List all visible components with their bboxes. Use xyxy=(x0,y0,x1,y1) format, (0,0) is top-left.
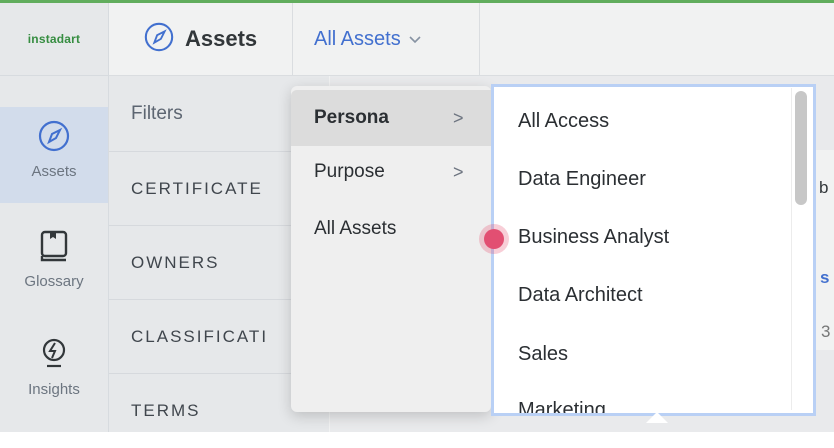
page-title: Assets xyxy=(109,3,293,75)
sidebar-item-glossary[interactable]: Glossary xyxy=(0,229,108,290)
compass-icon xyxy=(143,21,175,58)
menu-item-purpose[interactable]: Purpose > xyxy=(291,146,491,198)
menu-item-all-assets[interactable]: All Assets xyxy=(291,206,491,252)
chevron-down-icon xyxy=(409,31,421,47)
peek-text: 3 xyxy=(821,322,831,341)
tooltip-caret xyxy=(646,412,668,423)
compass-icon xyxy=(0,119,108,157)
lightbulb-icon xyxy=(0,337,108,375)
submenu-item[interactable]: Sales xyxy=(518,343,568,366)
persona-submenu: All Access Data Engineer Business Analys… xyxy=(491,84,816,416)
view-selector-dropdown[interactable]: All Assets xyxy=(294,3,480,75)
submenu-item[interactable]: All Access xyxy=(518,110,609,133)
page-header: Assets All Assets xyxy=(109,3,834,76)
sidebar-item-label: Assets xyxy=(31,163,77,180)
menu-item-label: Persona xyxy=(314,107,389,128)
menu-item-label: Purpose xyxy=(314,161,385,182)
page-title-text: Assets xyxy=(185,26,258,51)
view-dropdown-menu: Persona > Purpose > All Assets xyxy=(291,86,491,412)
menu-item-label: All Assets xyxy=(314,218,397,239)
left-nav-rail: instadart Assets Glossary Insights xyxy=(0,3,109,432)
sidebar-item-insights[interactable]: Insights xyxy=(0,337,108,398)
rail-divider xyxy=(0,75,108,76)
submenu-item-hovered[interactable]: Business Analyst xyxy=(518,226,669,249)
cursor-pointer xyxy=(484,229,504,249)
submenu-item[interactable]: Data Engineer xyxy=(518,168,646,191)
sidebar-item-label: Glossary xyxy=(24,273,84,290)
book-icon xyxy=(0,229,108,267)
sidebar-item-assets[interactable]: Assets xyxy=(0,107,108,203)
peek-text: b xyxy=(819,178,829,197)
chevron-right-icon: > xyxy=(453,161,464,182)
menu-item-persona[interactable]: Persona > xyxy=(291,90,491,146)
submenu-item[interactable]: Data Architect xyxy=(518,284,643,307)
sidebar-item-label: Insights xyxy=(28,381,80,398)
submenu-item[interactable]: Marketing xyxy=(518,399,606,413)
chevron-right-icon: > xyxy=(453,107,464,128)
app-logo[interactable]: instadart xyxy=(0,3,108,75)
view-selector-label: All Assets xyxy=(314,27,401,50)
submenu-scroll-thumb[interactable] xyxy=(795,91,807,205)
peek-text: s xyxy=(820,268,830,287)
